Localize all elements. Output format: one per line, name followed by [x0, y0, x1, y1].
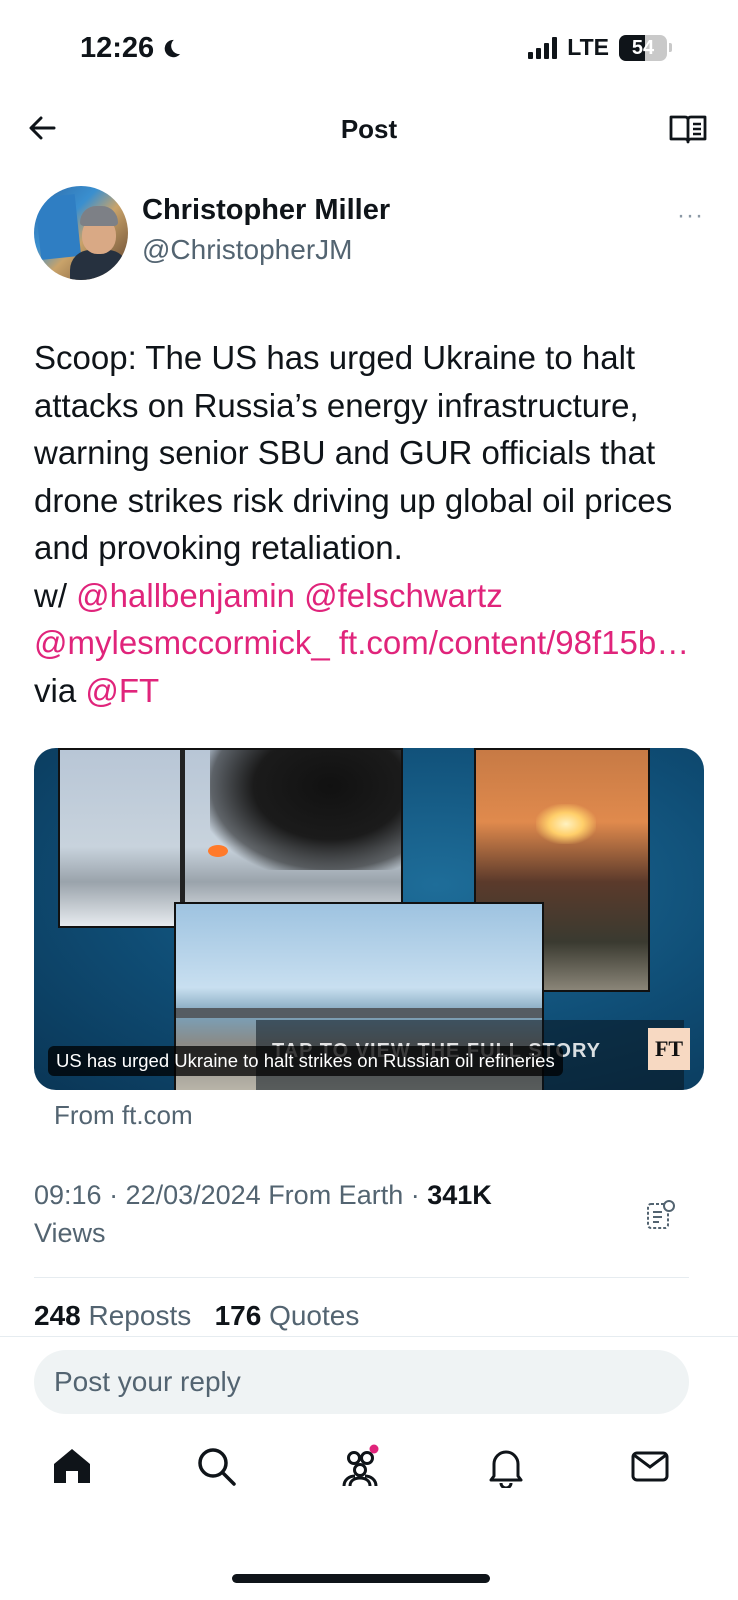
- battery-icon: 54: [619, 34, 667, 61]
- post-author: Christopher Miller @ChristopherJM ···: [34, 186, 704, 286]
- moon-icon: [164, 39, 181, 57]
- reply-bar: Post your reply: [0, 1336, 738, 1426]
- notifications-icon[interactable]: [484, 1444, 528, 1488]
- text-via: via: [34, 671, 86, 709]
- mention-link[interactable]: @felschwartz: [304, 577, 503, 614]
- page-title: Post: [340, 114, 398, 144]
- quotes-label: Quotes: [269, 1300, 360, 1331]
- reader-mode-icon[interactable]: [668, 112, 708, 146]
- refinery-fire-image: [58, 748, 403, 928]
- text-space: [295, 577, 304, 614]
- article-link[interactable]: ft.com/content/98f15b…: [339, 624, 689, 661]
- bottom-tab-bar: [0, 1430, 738, 1510]
- status-bar: 12:26 LTE 54: [0, 0, 738, 100]
- engagement-stats: 248 Reposts 176 Quotes: [34, 1300, 359, 1332]
- post-body: Scoop: The US has urged Ukraine to halt …: [34, 339, 673, 566]
- network-type: LTE: [567, 34, 609, 60]
- views-label: Views: [34, 1218, 106, 1248]
- ft-logo: FT: [648, 1028, 690, 1070]
- quotes-count: 176: [214, 1300, 262, 1331]
- link-preview-card[interactable]: TAP TO VIEW THE FULL STORY FT US has urg…: [34, 748, 704, 1090]
- home-icon[interactable]: [50, 1444, 94, 1488]
- avatar[interactable]: [34, 186, 128, 280]
- card-caption: US has urged Ukraine to halt strikes on …: [48, 1046, 563, 1076]
- reply-input[interactable]: Post your reply: [34, 1350, 689, 1414]
- messages-icon[interactable]: [628, 1444, 672, 1488]
- post-header: Post: [0, 100, 738, 160]
- text-space: [330, 624, 339, 661]
- status-time: 12:26: [80, 32, 182, 65]
- post-text: Scoop: The US has urged Ukraine to halt …: [34, 334, 704, 714]
- post-timestamp: 09:16 · 22/03/2024 From Earth ·: [34, 1180, 420, 1210]
- author-handle[interactable]: @ChristopherJM: [142, 234, 352, 266]
- reposts-count: 248: [34, 1300, 81, 1331]
- search-icon[interactable]: [194, 1444, 238, 1488]
- reposts-stat[interactable]: 248 Reposts: [34, 1300, 191, 1331]
- battery-level: 54: [631, 36, 655, 59]
- card-source[interactable]: From ft.com: [54, 1100, 193, 1131]
- post-meta: 09:16 · 22/03/2024 From Earth · 341K Vie…: [34, 1176, 614, 1252]
- divider: [34, 1277, 689, 1278]
- mention-link[interactable]: @FT: [85, 672, 159, 709]
- mention-link[interactable]: @mylesmccormick_: [34, 624, 330, 661]
- reposts-label: Reposts: [88, 1300, 192, 1331]
- views-count: 341K: [427, 1180, 492, 1210]
- communities-icon[interactable]: [338, 1444, 382, 1488]
- mention-link[interactable]: @hallbenjamin: [76, 577, 295, 614]
- home-indicator: [232, 1574, 490, 1583]
- analytics-icon[interactable]: [646, 1198, 676, 1230]
- signal-icon: [528, 36, 558, 59]
- post-with-prefix: w/: [34, 576, 77, 614]
- author-name[interactable]: Christopher Miller: [142, 194, 390, 227]
- more-options-icon[interactable]: ···: [677, 202, 704, 230]
- quotes-stat[interactable]: 176 Quotes: [215, 1300, 360, 1331]
